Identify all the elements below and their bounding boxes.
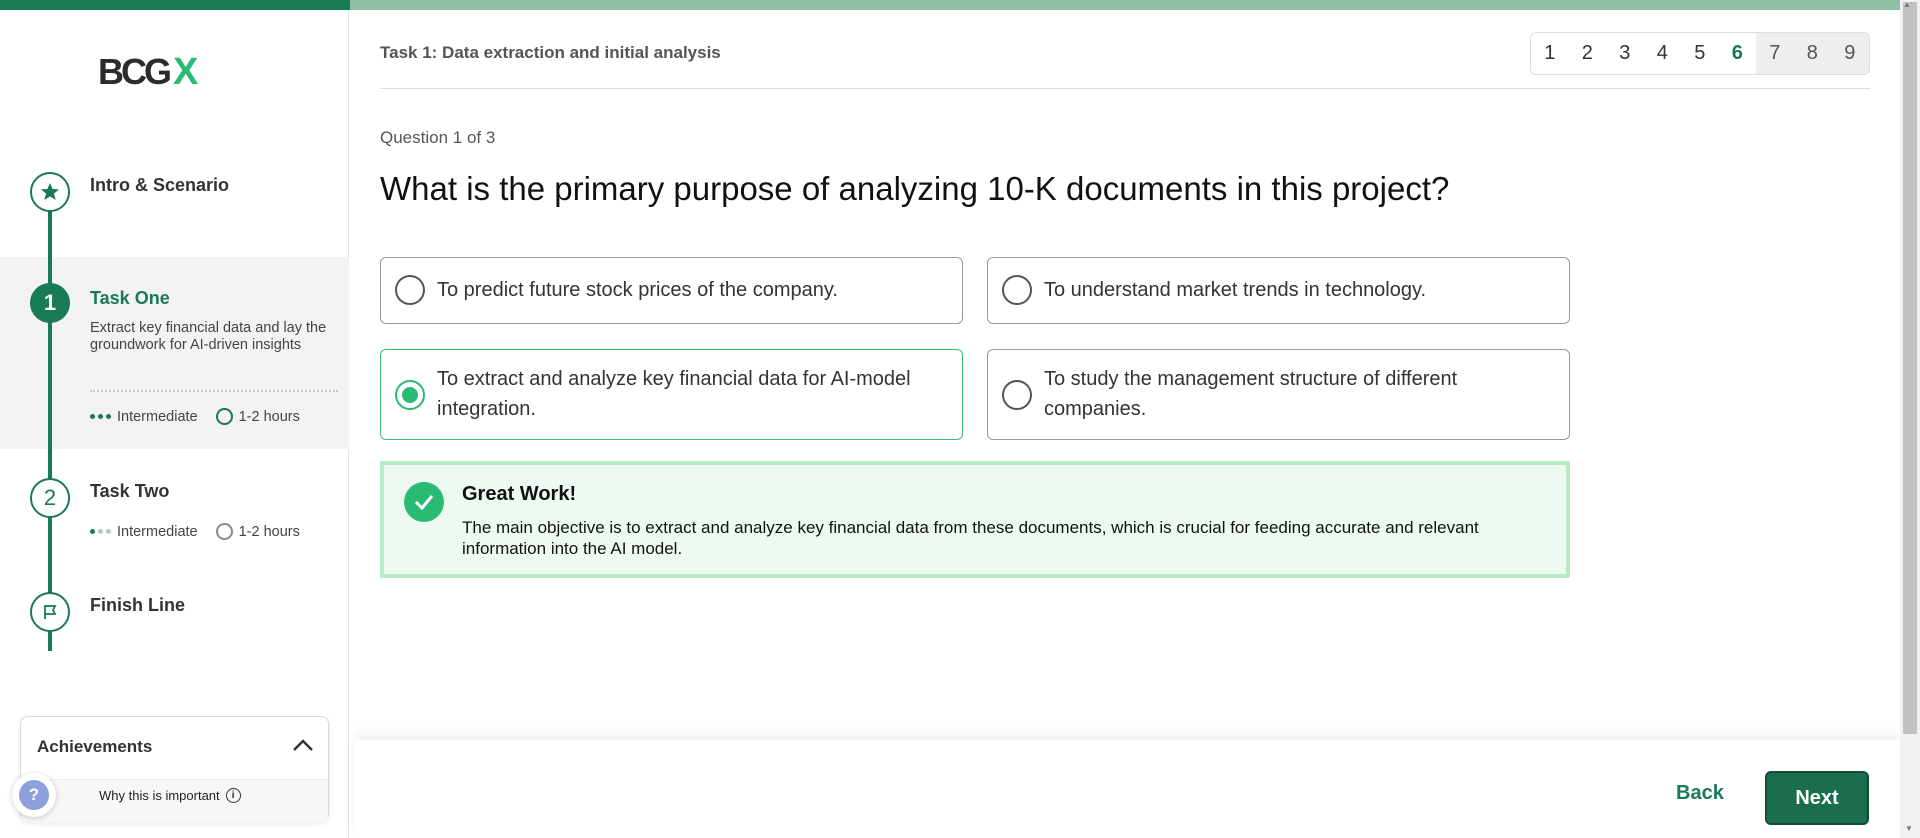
- bcg-x-logo: BCG X: [98, 50, 199, 93]
- duration-label: 1-2 hours: [238, 523, 300, 540]
- clock-icon: [215, 408, 233, 425]
- pager-item[interactable]: 5: [1681, 33, 1719, 74]
- answer-option-label: To understand market trends in technolog…: [1044, 279, 1427, 301]
- answer-option-label: To predict future stock prices of the co…: [437, 279, 838, 301]
- pager-item[interactable]: 4: [1644, 33, 1682, 74]
- difficulty-dots-icon: [90, 529, 111, 534]
- step-meta: Intermediate 1-2 hours: [90, 523, 300, 540]
- radio-button-selected[interactable]: [395, 380, 425, 410]
- sidebar-item-label: Task One: [90, 288, 170, 308]
- question-icon: ?: [19, 780, 49, 810]
- feedback-body: The main objective is to extract and ana…: [462, 518, 1479, 558]
- answer-option[interactable]: To study the management structure of dif…: [987, 349, 1570, 440]
- sidebar-item-finish-line[interactable]: Finish Line: [0, 585, 349, 645]
- achievements-title: Achievements: [37, 737, 153, 756]
- scroll-down-icon[interactable]: ▼: [1905, 824, 1913, 833]
- help-button[interactable]: ?: [12, 773, 56, 817]
- pager-item[interactable]: 8: [1793, 33, 1831, 74]
- pager-item[interactable]: 3: [1606, 33, 1644, 74]
- page-title: Task 1: Data extraction and initial anal…: [380, 43, 721, 62]
- radio-button[interactable]: [395, 275, 425, 305]
- pager-item[interactable]: 2: [1569, 33, 1607, 74]
- feedback-panel: Great Work! The main objective is to ext…: [380, 461, 1570, 578]
- next-button[interactable]: Next: [1765, 771, 1869, 825]
- answer-option-label: To study the management structure of dif…: [1044, 368, 1458, 420]
- feedback-title: Great Work!: [462, 483, 577, 505]
- answer-option-label: To extract and analyze key financial dat…: [437, 368, 911, 420]
- star-icon: [30, 172, 70, 212]
- question-text: What is the primary purpose of analyzing…: [380, 170, 1450, 207]
- clock-icon: [215, 523, 233, 540]
- sidebar-item-task-one[interactable]: 1 Task One Extract key financial data an…: [0, 257, 349, 449]
- step-meta: Intermediate 1-2 hours: [90, 408, 300, 425]
- answer-option[interactable]: To predict future stock prices of the co…: [380, 257, 963, 324]
- duration-label: 1-2 hours: [238, 408, 300, 425]
- step-description: Extract key financial data and lay the g…: [90, 320, 327, 353]
- progress-strip-remaining: [350, 0, 1900, 10]
- difficulty-label: Intermediate: [117, 408, 198, 425]
- sidebar-item-label: Task Two: [90, 481, 170, 501]
- check-icon: [404, 482, 444, 522]
- step-number-badge: 2: [30, 478, 70, 518]
- pager-item-current[interactable]: 6: [1719, 33, 1757, 74]
- pager-item[interactable]: 7: [1756, 33, 1794, 74]
- question-counter: Question 1 of 3: [380, 128, 496, 147]
- radio-button[interactable]: [1002, 275, 1032, 305]
- radio-button[interactable]: [1002, 380, 1032, 410]
- sidebar-item-label: Intro & Scenario: [90, 175, 230, 195]
- flag-icon: [30, 592, 70, 632]
- step-number-badge: 1: [30, 283, 70, 323]
- sidebar-item-task-two[interactable]: 2 Task Two Intermediate 1-2 hours: [0, 470, 349, 550]
- answer-option-selected[interactable]: To extract and analyze key financial dat…: [380, 349, 963, 440]
- sidebar-item-label: Finish Line: [90, 595, 186, 615]
- progress-strip-complete: [0, 0, 350, 10]
- sidebar-item-intro[interactable]: Intro & Scenario: [0, 162, 349, 232]
- divider: [380, 88, 1870, 89]
- scrollbar-thumb[interactable]: [1903, 2, 1917, 734]
- why-important-link[interactable]: Why this is important i: [99, 788, 241, 803]
- pager-item[interactable]: 1: [1531, 33, 1569, 74]
- info-icon: i: [225, 788, 241, 803]
- back-button[interactable]: Back: [1676, 782, 1724, 805]
- chevron-up-icon[interactable]: [292, 735, 314, 758]
- question-pager: 1 2 3 4 5 6 7 8 9: [1530, 32, 1870, 75]
- divider: [90, 390, 338, 392]
- pager-item[interactable]: 9: [1831, 33, 1869, 74]
- achievements-panel[interactable]: Achievements: [20, 716, 329, 822]
- difficulty-label: Intermediate: [117, 523, 198, 540]
- difficulty-dots-icon: [90, 414, 111, 419]
- scroll-up-icon[interactable]: ▲: [1903, 0, 1911, 9]
- footer-bar: [355, 740, 1900, 838]
- answer-option[interactable]: To understand market trends in technolog…: [987, 257, 1570, 324]
